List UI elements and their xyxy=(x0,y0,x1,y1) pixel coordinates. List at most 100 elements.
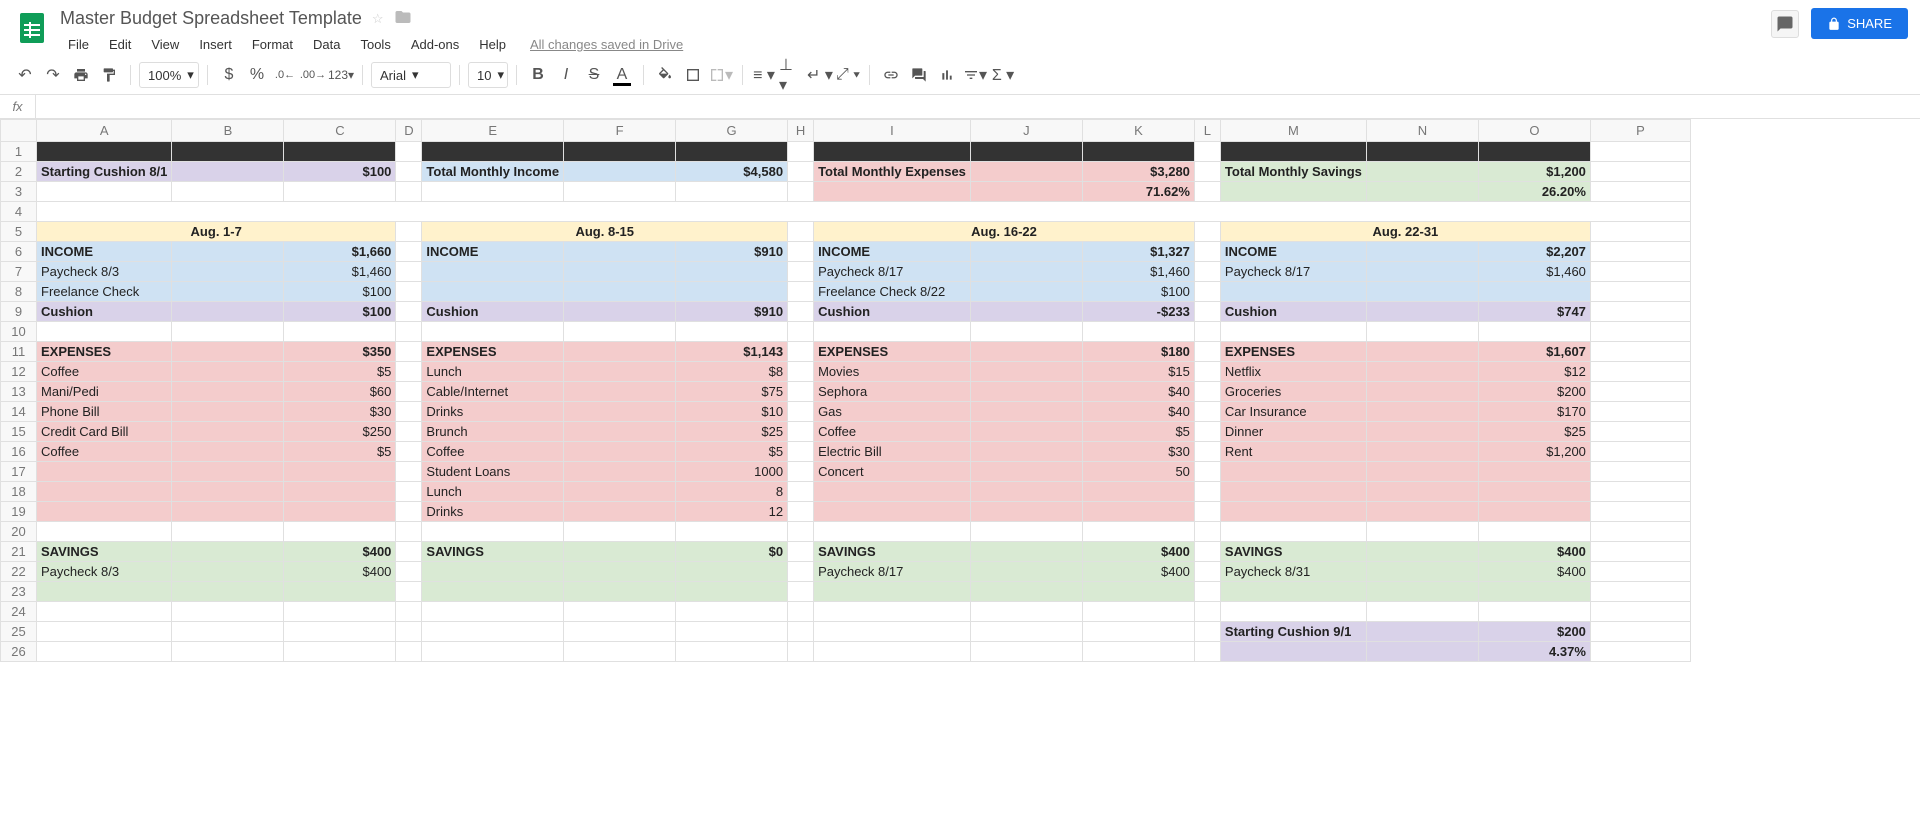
cell[interactable] xyxy=(1194,362,1220,382)
cell[interactable]: Mani/Pedi xyxy=(37,382,172,402)
cell[interactable] xyxy=(676,642,788,662)
cell[interactable] xyxy=(1590,562,1690,582)
cell[interactable] xyxy=(970,282,1082,302)
cell[interactable]: Lunch xyxy=(422,482,564,502)
row-hdr[interactable]: 13 xyxy=(1,382,37,402)
cell[interactable] xyxy=(1478,462,1590,482)
cell[interactable]: Aug. 1-7 xyxy=(37,222,396,242)
v-align-icon[interactable]: ⊥ ▾ xyxy=(779,62,805,88)
cell[interactable] xyxy=(676,142,788,162)
cell[interactable] xyxy=(1478,602,1590,622)
cell[interactable] xyxy=(172,542,284,562)
cell[interactable] xyxy=(1194,182,1220,202)
cell[interactable] xyxy=(1590,142,1690,162)
col-hdr[interactable]: F xyxy=(564,120,676,142)
cell[interactable] xyxy=(1590,482,1690,502)
cell[interactable] xyxy=(676,182,788,202)
row-hdr[interactable]: 24 xyxy=(1,602,37,622)
cell[interactable] xyxy=(970,242,1082,262)
cell[interactable] xyxy=(1366,262,1478,282)
cell[interactable]: Paycheck 8/3 xyxy=(37,562,172,582)
cell[interactable] xyxy=(284,522,396,542)
cell[interactable] xyxy=(564,502,676,522)
percent-icon[interactable]: % xyxy=(244,62,270,88)
cell[interactable] xyxy=(1366,582,1478,602)
cell[interactable]: Aug. 8-15 xyxy=(422,222,788,242)
cell[interactable]: Coffee xyxy=(814,422,971,442)
cell[interactable]: $1,460 xyxy=(284,262,396,282)
cell[interactable] xyxy=(1478,582,1590,602)
cell[interactable] xyxy=(1194,142,1220,162)
cell[interactable] xyxy=(564,542,676,562)
cell[interactable] xyxy=(1590,542,1690,562)
col-hdr[interactable]: J xyxy=(970,120,1082,142)
cell[interactable] xyxy=(1366,302,1478,322)
cell[interactable] xyxy=(172,462,284,482)
cell[interactable] xyxy=(970,382,1082,402)
filter-icon[interactable]: ▾ xyxy=(962,62,988,88)
link-icon[interactable] xyxy=(878,62,904,88)
cell[interactable] xyxy=(1082,142,1194,162)
borders-icon[interactable] xyxy=(680,62,706,88)
cell[interactable] xyxy=(788,322,814,342)
cell[interactable] xyxy=(1220,602,1366,622)
cell[interactable] xyxy=(970,562,1082,582)
cell[interactable]: Gas xyxy=(814,402,971,422)
cell[interactable] xyxy=(676,282,788,302)
col-hdr[interactable]: E xyxy=(422,120,564,142)
cell[interactable]: Paycheck 8/3 xyxy=(37,262,172,282)
chart-icon[interactable] xyxy=(934,62,960,88)
cell[interactable] xyxy=(37,582,172,602)
cell[interactable]: Total Monthly Savings xyxy=(1220,162,1366,182)
cell[interactable]: $30 xyxy=(284,402,396,422)
menu-help[interactable]: Help xyxy=(471,33,514,56)
cell[interactable]: $910 xyxy=(676,242,788,262)
cell[interactable] xyxy=(970,642,1082,662)
undo-icon[interactable]: ↶ xyxy=(12,62,38,88)
cell[interactable]: $25 xyxy=(1478,422,1590,442)
cell[interactable] xyxy=(564,342,676,362)
cell[interactable]: Sephora xyxy=(814,382,971,402)
cell[interactable] xyxy=(788,482,814,502)
cell[interactable]: $100 xyxy=(284,282,396,302)
cell[interactable] xyxy=(564,322,676,342)
cell[interactable]: Coffee xyxy=(37,362,172,382)
cell[interactable] xyxy=(1220,582,1366,602)
cell[interactable]: $180 xyxy=(1082,342,1194,362)
menu-file[interactable]: File xyxy=(60,33,97,56)
cell[interactable] xyxy=(284,482,396,502)
cell[interactable] xyxy=(1590,642,1690,662)
cell[interactable]: $2,207 xyxy=(1478,242,1590,262)
cell[interactable] xyxy=(1366,642,1478,662)
cell[interactable] xyxy=(788,402,814,422)
cell[interactable] xyxy=(172,142,284,162)
paint-format-icon[interactable] xyxy=(96,62,122,88)
col-hdr[interactable]: L xyxy=(1194,120,1220,142)
folder-icon[interactable] xyxy=(394,8,412,29)
cell[interactable] xyxy=(422,582,564,602)
cell[interactable] xyxy=(284,642,396,662)
cell[interactable]: Drinks xyxy=(422,502,564,522)
cell[interactable]: $200 xyxy=(1478,622,1590,642)
cell[interactable] xyxy=(970,262,1082,282)
cell[interactable] xyxy=(564,562,676,582)
cell[interactable] xyxy=(1590,622,1690,642)
cell[interactable]: Aug. 16-22 xyxy=(814,222,1195,242)
cell[interactable]: Aug. 22-31 xyxy=(1220,222,1590,242)
cell[interactable] xyxy=(676,602,788,622)
cell[interactable] xyxy=(1194,302,1220,322)
cell[interactable] xyxy=(1194,282,1220,302)
functions-icon[interactable]: Σ ▾ xyxy=(990,62,1016,88)
cell[interactable] xyxy=(788,562,814,582)
cell[interactable]: Brunch xyxy=(422,422,564,442)
cell[interactable] xyxy=(1590,582,1690,602)
cell[interactable] xyxy=(422,182,564,202)
cell[interactable] xyxy=(37,522,172,542)
row-hdr[interactable]: 22 xyxy=(1,562,37,582)
cell[interactable]: $400 xyxy=(1478,542,1590,562)
cell[interactable] xyxy=(1366,282,1478,302)
cell[interactable]: Student Loans xyxy=(422,462,564,482)
cell[interactable] xyxy=(676,322,788,342)
cell[interactable] xyxy=(172,302,284,322)
cell[interactable] xyxy=(1366,362,1478,382)
